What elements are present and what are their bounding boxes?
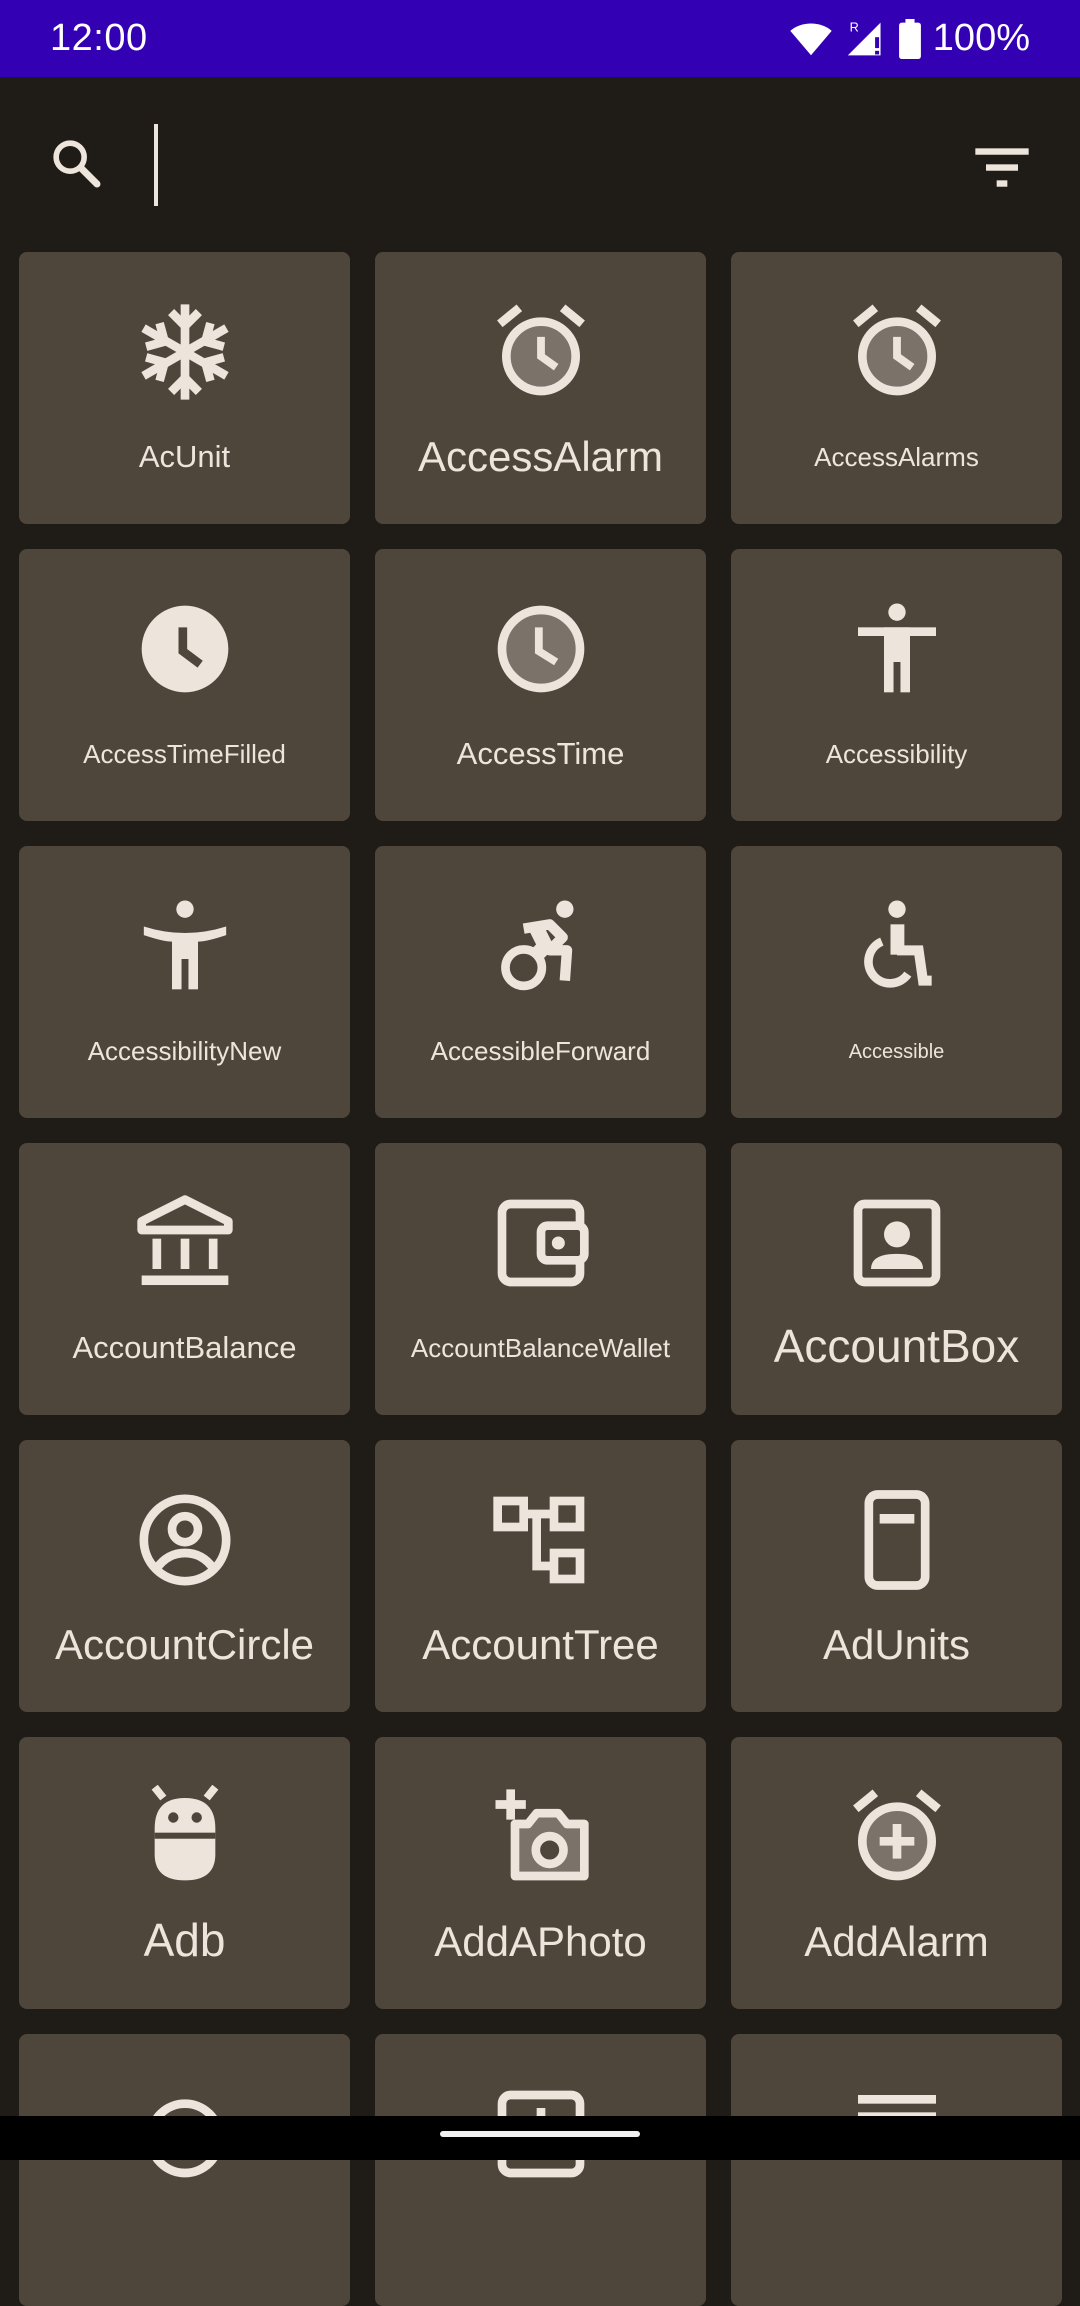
tile-label: AdUnits [822,1621,971,1668]
access-alarm-icon [489,300,593,404]
status-icons: R 100% [789,17,1030,60]
icon-tile-accessalarms[interactable]: AccessAlarms [731,252,1062,524]
tile-label: AcUnit [138,439,231,474]
tile-label: AccountCircle [54,1621,315,1668]
search-icon[interactable] [48,135,104,191]
accessible-forward-icon [489,894,593,998]
icon-tile-accessalarm[interactable]: AccessAlarm [375,252,706,524]
network-r-label: R [849,19,858,34]
tile-label: AccessAlarms [814,442,979,472]
icon-tile-partial[interactable] [731,2034,1062,2306]
tile-label: AddAPhoto [434,1918,647,1965]
tile-label: AccountBox [773,1320,1020,1372]
accessibility-new-icon [133,894,237,998]
accessible-icon [845,894,949,998]
ac-unit-icon [133,300,237,404]
icon-tile-accesstimefilled[interactable]: AccessTimeFilled [19,549,350,821]
adb-icon [133,1785,237,1889]
icon-tile-accessible[interactable]: Accessible [731,846,1062,1118]
icon-tile-accesstime[interactable]: AccessTime [375,549,706,821]
icon-tile-accessibilitynew[interactable]: AccessibilityNew [19,846,350,1118]
icon-tile-accountbalancewallet[interactable]: AccountBalanceWallet [375,1143,706,1415]
tile-label: Accessible [848,1041,945,1063]
add-a-photo-icon [489,1785,593,1889]
tile-label: AccessTimeFilled [83,739,286,769]
icon-tile-accountcircle[interactable]: AccountCircle [19,1440,350,1712]
tile-label: AccountBalance [72,1330,297,1365]
navigation-bar [0,2116,1080,2160]
cellular-signal-icon: R [847,19,881,55]
tile-label: AccessibilityNew [87,1036,282,1066]
icon-tile-adb[interactable]: Adb [19,1737,350,2009]
icon-tile-addaphoto[interactable]: AddAPhoto [375,1737,706,2009]
account-balance-icon [133,1191,237,1295]
status-time: 12:00 [50,17,148,59]
tile-label: Adb [143,1914,226,1966]
tile-label: Accessibility [825,739,968,769]
tile-label: AccessibleForward [430,1036,651,1066]
icon-tile-accounttree[interactable]: AccountTree [375,1440,706,1712]
icon-tile-accountbalance[interactable]: AccountBalance [19,1143,350,1415]
icon-grid: AcUnit AccessAlarm AccessAlarms AccessTi… [19,252,1062,2306]
icon-tile-accessibleforward[interactable]: AccessibleForward [375,846,706,1118]
access-time-icon [489,597,593,701]
text-cursor [154,124,158,206]
icon-tile-accessibility[interactable]: Accessibility [731,549,1062,821]
search-bar [0,77,1080,252]
account-tree-icon [489,1488,593,1592]
account-box-icon [845,1191,949,1295]
filter-icon[interactable] [970,139,1034,195]
search-input[interactable] [150,125,930,205]
tile-label: AccessAlarm [417,433,664,480]
add-alarm-icon [845,1785,949,1889]
icon-tile-partial[interactable] [375,2034,706,2306]
accessibility-icon [845,597,949,701]
gesture-handle[interactable] [440,2131,640,2137]
account-balance-wallet-icon [489,1191,593,1295]
account-circle-icon [133,1488,237,1592]
tile-label: AccessTime [456,736,625,771]
battery-icon [898,18,921,59]
access-time-filled-icon [133,597,237,701]
tile-label: AccountBalanceWallet [410,1333,671,1363]
icon-tile-acunit[interactable]: AcUnit [19,252,350,524]
icon-tile-addalarm[interactable]: AddAlarm [731,1737,1062,2009]
access-alarms-icon [845,300,949,404]
icon-tile-accountbox[interactable]: AccountBox [731,1143,1062,1415]
icon-tile-partial[interactable] [19,2034,350,2306]
wifi-icon [790,22,832,55]
ad-units-icon [845,1488,949,1592]
tile-label: AddAlarm [804,1918,989,1965]
battery-percent: 100% [932,17,1030,59]
status-bar: 12:00 R 100% [0,0,1080,77]
tile-label: AccountTree [422,1621,659,1668]
icon-tile-adunits[interactable]: AdUnits [731,1440,1062,1712]
